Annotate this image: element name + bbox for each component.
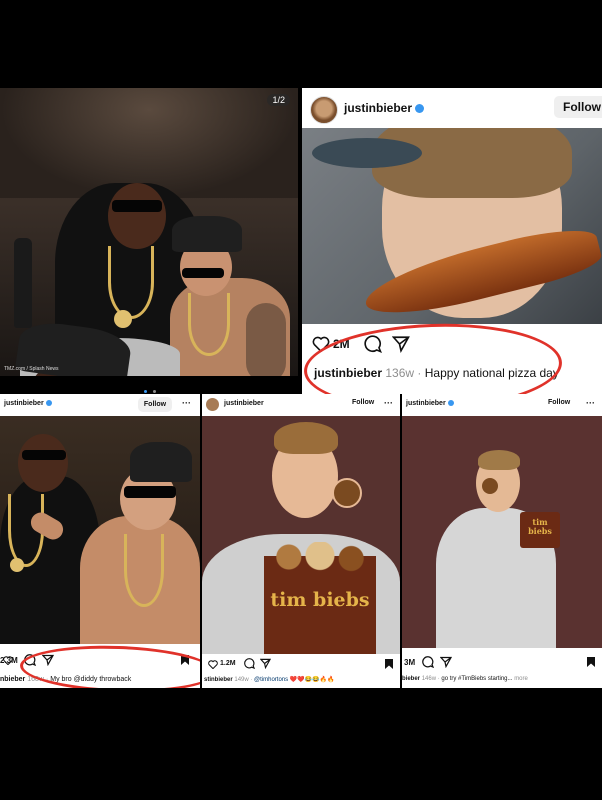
chain-diddy xyxy=(108,246,154,319)
share-icon[interactable] xyxy=(260,658,271,669)
cap-bieber xyxy=(130,442,192,482)
crowd-bg xyxy=(0,88,298,198)
post-photo-diddy-throwback[interactable] xyxy=(0,416,200,644)
caption-separator: · xyxy=(437,676,440,682)
post-header: justinbieber Follow xyxy=(302,88,602,126)
page-indicator: 1/2 xyxy=(267,94,290,106)
more-options-icon[interactable]: ··· xyxy=(586,398,595,408)
chain-bieber xyxy=(188,293,230,356)
sunglasses-diddy xyxy=(112,200,162,212)
sunglasses-diddy xyxy=(22,450,66,460)
more-options-icon[interactable]: ··· xyxy=(384,398,393,408)
heart-icon[interactable] xyxy=(208,660,218,669)
hair xyxy=(478,450,520,470)
comment-icon[interactable] xyxy=(244,658,255,669)
bookmark-icon[interactable] xyxy=(586,656,596,668)
comment-icon[interactable] xyxy=(422,656,434,668)
more-options-icon[interactable]: ··· xyxy=(182,398,191,408)
post-photo-timbiebs-standing[interactable]: tim biebs xyxy=(402,416,602,648)
bag-brand-text: tim biebs xyxy=(528,517,552,536)
bottom-left-header: justinbieber Follow ··· xyxy=(0,394,200,416)
timbit-held xyxy=(482,478,498,494)
caption-username[interactable]: stinbieber xyxy=(204,677,233,683)
follow-button[interactable]: Follow xyxy=(352,399,374,406)
caption-username[interactable]: nbieber xyxy=(0,676,25,683)
post-username[interactable]: justinbieber xyxy=(406,400,446,407)
highlight-ring-diddy xyxy=(19,644,200,688)
caption-emoji: ❤️❤️😂😂🔥🔥 xyxy=(289,677,335,683)
caption-text: go try #TimBiebs starting... xyxy=(441,676,513,682)
tattoo-arm xyxy=(246,303,286,376)
caption-username[interactable]: bieber xyxy=(402,676,420,682)
caption-more-link[interactable]: more xyxy=(514,676,528,682)
avatar[interactable] xyxy=(206,398,219,411)
sunglasses-bieber xyxy=(124,486,176,498)
caption-separator: · xyxy=(250,677,253,683)
bottom-left-footer: 2.3M nbieber 168w · My bro @diddy throwb… xyxy=(0,644,200,688)
box-brand-text: tim biebs xyxy=(270,589,370,611)
share-icon[interactable] xyxy=(440,656,452,668)
post-caption: bieber 146w · go try #TimBiebs starting.… xyxy=(402,676,528,682)
bottom-right-header: justinbieber Follow ··· xyxy=(402,394,602,416)
timbiebs-bag: tim biebs xyxy=(520,512,560,548)
like-count: 2.3M xyxy=(0,656,18,665)
cap-brim xyxy=(312,138,422,168)
caption-text: @timhortons xyxy=(254,677,289,683)
cap-bieber xyxy=(172,216,242,252)
chain-bieber xyxy=(124,534,164,607)
post-photo-pizza[interactable] xyxy=(302,128,602,324)
post-username[interactable]: justinbieber xyxy=(224,400,264,407)
head-diddy xyxy=(108,183,166,249)
donut-box: tim biebs xyxy=(264,542,376,654)
post-photo-diddy-bieber-group[interactable]: 1/2 TMZ.com / Splash News xyxy=(0,88,298,376)
post-username[interactable]: justinbieber xyxy=(4,400,44,407)
verified-badge-icon xyxy=(415,104,425,114)
hair xyxy=(274,422,338,454)
verified-badge-icon xyxy=(45,400,52,407)
head-diddy xyxy=(18,434,68,492)
post-caption: stinbieber 149w · @timhortons ❤️❤️😂😂🔥🔥 xyxy=(204,676,335,683)
like-count: 1.2M xyxy=(220,660,236,667)
like-count: 3M xyxy=(404,658,416,667)
pendant-diddy xyxy=(114,310,132,328)
timbit-held xyxy=(332,478,362,508)
post-photo-timbiebs-box[interactable]: tim biebs xyxy=(202,416,400,654)
post-card-pizza: justinbieber Follow 2M justinbieber 136w… xyxy=(302,88,602,394)
follow-button[interactable]: Follow xyxy=(138,397,172,412)
bottom-mid-footer: 1.2M stinbieber 149w · @timhortons ❤️❤️😂… xyxy=(202,654,400,688)
follow-button[interactable]: Follow xyxy=(554,96,602,118)
sunglasses-bieber xyxy=(182,268,224,278)
post-username[interactable]: justinbieber xyxy=(344,101,412,115)
bookmark-icon[interactable] xyxy=(384,658,394,670)
caption-age: 146w xyxy=(421,676,437,682)
bottom-right-footer: 3M bieber 146w · go try #TimBiebs starti… xyxy=(402,648,602,688)
photo-watermark: TMZ.com / Splash News xyxy=(4,366,59,372)
highlight-ring-pizza xyxy=(302,319,564,394)
donut-pile xyxy=(268,542,372,572)
avatar[interactable] xyxy=(310,96,338,124)
bottle xyxy=(14,238,32,328)
caption-age: 149w xyxy=(234,677,249,683)
pendant xyxy=(10,558,24,572)
bottom-mid-header: justinbieber Follow ··· xyxy=(202,394,400,416)
follow-button[interactable]: Follow xyxy=(548,399,570,406)
verified-badge-icon xyxy=(447,400,454,407)
